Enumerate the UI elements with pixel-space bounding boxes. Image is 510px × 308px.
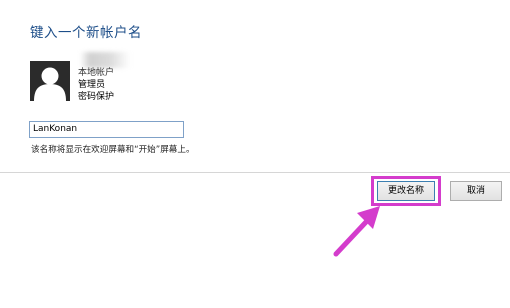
rename-button[interactable]: 更改名称 bbox=[377, 181, 435, 201]
account-info: 本地帐户 管理员 密码保护 bbox=[78, 67, 114, 103]
cancel-button[interactable]: 取消 bbox=[450, 181, 502, 201]
dialog-heading: 键入一个新帐户名 bbox=[30, 25, 142, 41]
name-hint-text: 该名称将显示在欢迎屏幕和“开始”屏幕上。 bbox=[31, 145, 195, 155]
account-name-input[interactable] bbox=[29, 121, 184, 138]
pointer-arrow-icon bbox=[333, 206, 380, 257]
account-protection-label: 密码保护 bbox=[78, 92, 115, 102]
account-role-label: 管理员 bbox=[78, 80, 106, 90]
redacted-username bbox=[80, 52, 130, 68]
footer-divider bbox=[0, 172, 510, 173]
user-avatar-icon bbox=[30, 61, 70, 101]
account-type-label: 本地帐户 bbox=[78, 68, 115, 78]
